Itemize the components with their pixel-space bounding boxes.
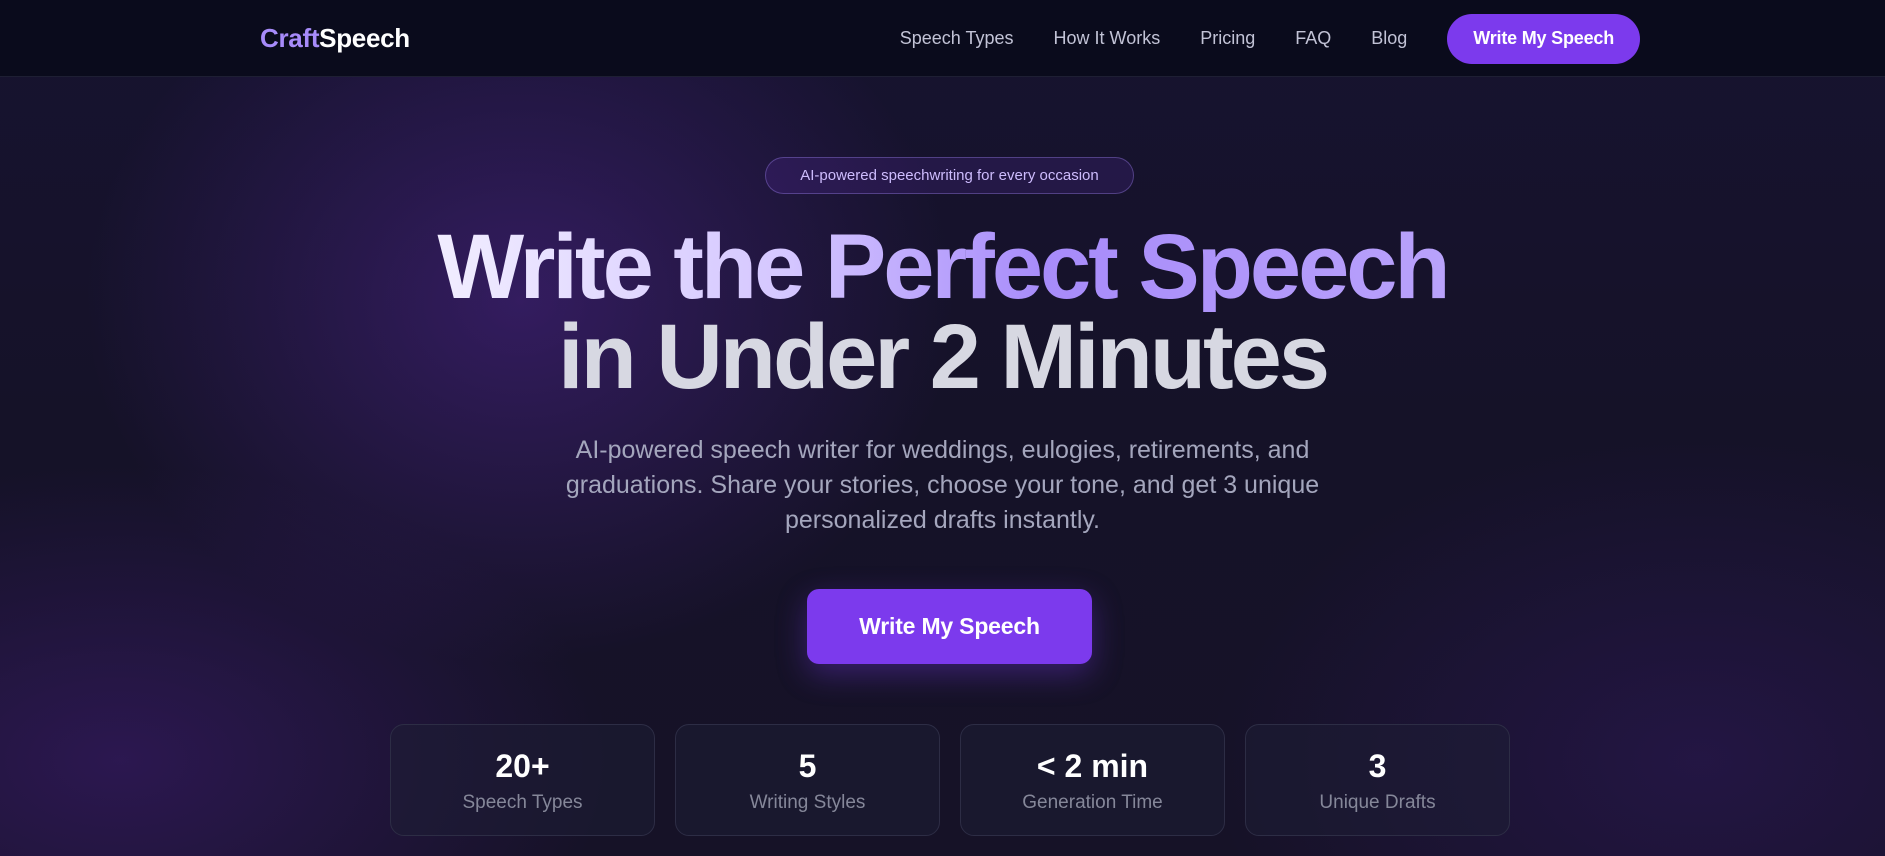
hero-write-speech-button[interactable]: Write My Speech (807, 589, 1092, 664)
top-navigation: CraftSpeech Speech Types How It Works Pr… (0, 0, 1885, 77)
nav-link-blog[interactable]: Blog (1371, 28, 1407, 49)
hero-headline: Write the Perfect Speech in Under 2 Minu… (0, 216, 1885, 408)
landing-page: CraftSpeech Speech Types How It Works Pr… (0, 0, 1885, 856)
stat-value: 5 (798, 748, 817, 784)
stat-value: 3 (1368, 748, 1387, 784)
stat-value: 20+ (495, 748, 550, 784)
stat-label: Speech Types (462, 792, 583, 813)
logo-speech: Speech (319, 23, 410, 53)
headline-line-1: Write the Perfect Speech (437, 216, 1450, 318)
stat-value: < 2 min (1036, 748, 1149, 784)
logo-craft: Craft (260, 23, 320, 53)
stat-card-generation-time: < 2 min Generation Time (960, 724, 1225, 836)
nav-link-faq[interactable]: FAQ (1295, 28, 1331, 49)
stat-label: Generation Time (1022, 792, 1163, 813)
nav-links: Speech Types How It Works Pricing FAQ Bl… (900, 0, 1640, 77)
nav-write-speech-button[interactable]: Write My Speech (1447, 13, 1640, 64)
stat-card-unique-drafts: 3 Unique Drafts (1245, 724, 1510, 836)
stat-label: Unique Drafts (1319, 792, 1436, 813)
nav-link-how-it-works[interactable]: How It Works (1054, 28, 1161, 49)
nav-link-pricing[interactable]: Pricing (1200, 28, 1255, 49)
logo[interactable]: CraftSpeech (260, 22, 410, 54)
nav-link-speech-types[interactable]: Speech Types (900, 28, 1014, 49)
stat-label: Writing Styles (749, 792, 866, 813)
headline-line-2: in Under 2 Minutes (558, 306, 1330, 408)
stat-card-writing-styles: 5 Writing Styles (675, 724, 940, 836)
stat-card-speech-types: 20+ Speech Types (390, 724, 655, 836)
hero-subtitle: AI-powered speech writer for weddings, e… (565, 436, 1320, 534)
hero-badge: AI-powered speechwriting for every occas… (765, 157, 1134, 194)
